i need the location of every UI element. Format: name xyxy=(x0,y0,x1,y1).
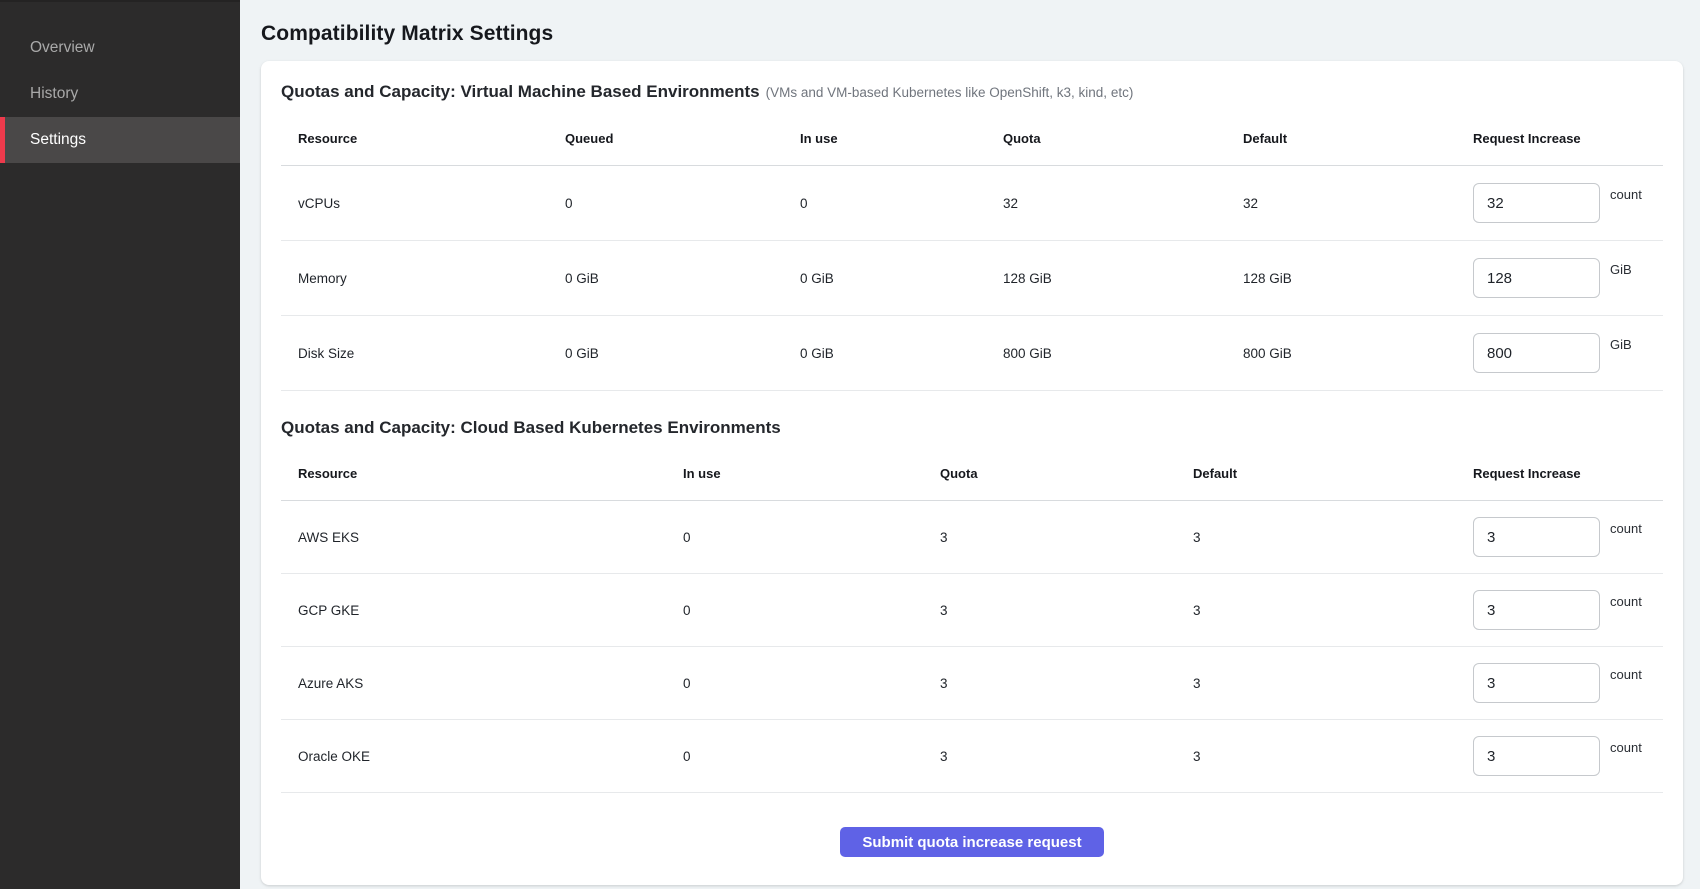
default-value: 3 xyxy=(1193,676,1473,691)
vm-section-note: (VMs and VM-based Kubernetes like OpenSh… xyxy=(766,85,1134,100)
k8s-section-heading: Quotas and Capacity: Cloud Based Kuberne… xyxy=(281,415,1663,441)
queued-value: 0 GiB xyxy=(565,271,800,286)
k8s-col-quota: Quota xyxy=(940,466,1193,481)
request-increase-cell: count xyxy=(1473,590,1646,630)
table-row-disk-size: Disk Size 0 GiB 0 GiB 800 GiB 800 GiB Gi… xyxy=(281,316,1663,391)
disk-size-request-input[interactable] xyxy=(1473,333,1600,373)
active-indicator xyxy=(0,117,5,163)
submit-quota-increase-button[interactable]: Submit quota increase request xyxy=(840,827,1103,857)
in-use-value: 0 xyxy=(683,530,940,545)
table-row-oracle-oke: Oracle OKE 0 3 3 count xyxy=(281,720,1663,793)
table-row-aws-eks: AWS EKS 0 3 3 count xyxy=(281,501,1663,574)
quota-value: 3 xyxy=(940,676,1193,691)
gcp-gke-request-input[interactable] xyxy=(1473,590,1600,630)
unit-label: count xyxy=(1610,187,1642,202)
vm-section-title: Quotas and Capacity: Virtual Machine Bas… xyxy=(281,82,760,101)
sidebar-item-label: Settings xyxy=(30,131,86,149)
request-increase-cell: GiB xyxy=(1473,333,1646,373)
default-value: 128 GiB xyxy=(1243,271,1473,286)
vm-col-queued: Queued xyxy=(565,131,800,146)
k8s-section-title: Quotas and Capacity: Cloud Based Kuberne… xyxy=(281,418,781,437)
page-title: Compatibility Matrix Settings xyxy=(261,22,1683,46)
resource-name: Disk Size xyxy=(298,346,565,361)
sidebar: Overview History Settings xyxy=(0,0,240,889)
vm-col-in-use: In use xyxy=(800,131,1003,146)
default-value: 32 xyxy=(1243,196,1473,211)
oracle-oke-request-input[interactable] xyxy=(1473,736,1600,776)
sidebar-item-label: Overview xyxy=(30,39,95,57)
quota-value: 800 GiB xyxy=(1003,346,1243,361)
quota-value: 3 xyxy=(940,749,1193,764)
in-use-value: 0 xyxy=(800,196,1003,211)
default-value: 3 xyxy=(1193,603,1473,618)
quota-value: 32 xyxy=(1003,196,1243,211)
k8s-col-in-use: In use xyxy=(683,466,940,481)
resource-name: vCPUs xyxy=(298,196,565,211)
k8s-col-default: Default xyxy=(1193,466,1473,481)
in-use-value: 0 GiB xyxy=(800,346,1003,361)
table-row-memory: Memory 0 GiB 0 GiB 128 GiB 128 GiB GiB xyxy=(281,241,1663,316)
vm-section-heading: Quotas and Capacity: Virtual Machine Bas… xyxy=(281,79,1663,106)
memory-request-input[interactable] xyxy=(1473,258,1600,298)
resource-name: AWS EKS xyxy=(298,530,683,545)
queued-value: 0 xyxy=(565,196,800,211)
default-value: 800 GiB xyxy=(1243,346,1473,361)
sidebar-item-label: History xyxy=(30,85,78,103)
request-increase-cell: count xyxy=(1473,736,1646,776)
resource-name: GCP GKE xyxy=(298,603,683,618)
sidebar-item-settings[interactable]: Settings xyxy=(0,117,240,163)
default-value: 3 xyxy=(1193,530,1473,545)
vm-table-header: Resource Queued In use Quota Default Req… xyxy=(281,112,1663,166)
in-use-value: 0 xyxy=(683,603,940,618)
queued-value: 0 GiB xyxy=(565,346,800,361)
resource-name: Azure AKS xyxy=(298,676,683,691)
main-content: Compatibility Matrix Settings Quotas and… xyxy=(240,0,1700,889)
default-value: 3 xyxy=(1193,749,1473,764)
quota-settings-card: Quotas and Capacity: Virtual Machine Bas… xyxy=(261,61,1683,885)
unit-label: GiB xyxy=(1610,262,1632,277)
table-row-azure-aks: Azure AKS 0 3 3 count xyxy=(281,647,1663,720)
request-increase-cell: count xyxy=(1473,517,1646,557)
vm-col-request-increase: Request Increase xyxy=(1473,131,1646,146)
quota-value: 3 xyxy=(940,530,1193,545)
vcpus-request-input[interactable] xyxy=(1473,183,1600,223)
unit-label: count xyxy=(1610,521,1642,536)
table-row-gcp-gke: GCP GKE 0 3 3 count xyxy=(281,574,1663,647)
unit-label: count xyxy=(1610,594,1642,609)
k8s-col-resource: Resource xyxy=(298,466,683,481)
unit-label: count xyxy=(1610,740,1642,755)
vm-col-resource: Resource xyxy=(298,131,565,146)
quota-value: 128 GiB xyxy=(1003,271,1243,286)
aws-eks-request-input[interactable] xyxy=(1473,517,1600,557)
quota-value: 3 xyxy=(940,603,1193,618)
resource-name: Oracle OKE xyxy=(298,749,683,764)
unit-label: GiB xyxy=(1610,337,1632,352)
card-footer: Submit quota increase request xyxy=(281,793,1663,867)
in-use-value: 0 GiB xyxy=(800,271,1003,286)
vm-col-default: Default xyxy=(1243,131,1473,146)
in-use-value: 0 xyxy=(683,749,940,764)
resource-name: Memory xyxy=(298,271,565,286)
sidebar-item-overview[interactable]: Overview xyxy=(0,25,240,71)
sidebar-item-history[interactable]: History xyxy=(0,71,240,117)
vm-col-quota: Quota xyxy=(1003,131,1243,146)
in-use-value: 0 xyxy=(683,676,940,691)
request-increase-cell: count xyxy=(1473,183,1646,223)
request-increase-cell: GiB xyxy=(1473,258,1646,298)
k8s-col-request-increase: Request Increase xyxy=(1473,466,1646,481)
unit-label: count xyxy=(1610,667,1642,682)
azure-aks-request-input[interactable] xyxy=(1473,663,1600,703)
table-row-vcpus: vCPUs 0 0 32 32 count xyxy=(281,166,1663,241)
k8s-table-header: Resource In use Quota Default Request In… xyxy=(281,447,1663,501)
request-increase-cell: count xyxy=(1473,663,1646,703)
